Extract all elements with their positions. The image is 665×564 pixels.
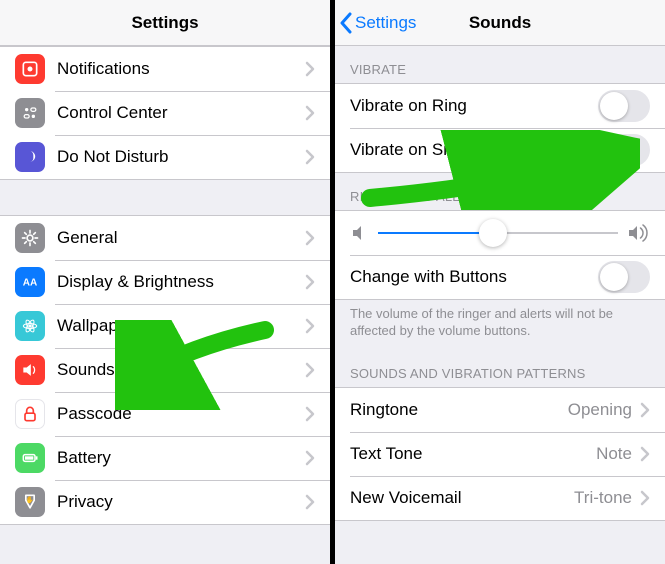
- chevron-right-icon: [305, 318, 315, 334]
- pattern-value: Tri-tone: [574, 488, 632, 508]
- settings-scroll[interactable]: Notifications Control Center Do Not Distur…: [0, 46, 330, 564]
- settings-row-notifications[interactable]: Notifications: [0, 47, 330, 91]
- row-label: Sounds: [57, 360, 305, 380]
- row-label: Do Not Disturb: [57, 147, 305, 167]
- pattern-row-ringtone[interactable]: RingtoneOpening: [335, 388, 665, 432]
- settings-title: Settings: [0, 13, 330, 33]
- row-label: Control Center: [57, 103, 305, 123]
- row-vibrate-on-silent[interactable]: Vibrate on Silent: [335, 128, 665, 172]
- chevron-right-icon: [305, 274, 315, 290]
- sounds-icon: [15, 355, 45, 385]
- vibrate-on-silent-toggle[interactable]: [598, 134, 650, 166]
- settings-row-general[interactable]: General: [0, 216, 330, 260]
- chevron-right-icon: [305, 61, 315, 77]
- general-icon: [15, 223, 45, 253]
- pattern-label: Text Tone: [350, 444, 596, 464]
- back-button[interactable]: Settings: [335, 12, 416, 34]
- pattern-label: Ringtone: [350, 400, 568, 420]
- settings-row-sounds[interactable]: Sounds: [0, 348, 330, 392]
- passcode-icon: [15, 399, 45, 429]
- ringer-section-header: RINGER AND ALERTS: [335, 173, 665, 210]
- settings-row-battery[interactable]: Battery: [0, 436, 330, 480]
- vibrate-on-ring-label: Vibrate on Ring: [350, 96, 598, 116]
- chevron-right-icon: [640, 446, 650, 462]
- chevron-right-icon: [305, 450, 315, 466]
- row-change-with-buttons[interactable]: Change with Buttons: [335, 255, 665, 299]
- pattern-value: Note: [596, 444, 632, 464]
- battery-icon: [15, 443, 45, 473]
- vibrate-on-silent-label: Vibrate on Silent: [350, 140, 598, 160]
- wallpaper-icon: [15, 311, 45, 341]
- chevron-right-icon: [640, 490, 650, 506]
- control-center-icon: [15, 98, 45, 128]
- chevron-right-icon: [305, 230, 315, 246]
- svg-text:AA: AA: [23, 277, 37, 288]
- sounds-pane: Settings Sounds VIBRATE Vibrate on Ring …: [335, 0, 665, 564]
- change-with-buttons-label: Change with Buttons: [350, 267, 598, 287]
- change-with-buttons-toggle[interactable]: [598, 261, 650, 293]
- settings-row-passcode[interactable]: Passcode: [0, 392, 330, 436]
- pattern-label: New Voicemail: [350, 488, 574, 508]
- settings-row-do-not-disturb[interactable]: Do Not Disturb: [0, 135, 330, 179]
- row-label: Display & Brightness: [57, 272, 305, 292]
- pattern-row-new-voicemail[interactable]: New VoicemailTri-tone: [335, 476, 665, 520]
- back-label: Settings: [355, 13, 416, 33]
- row-label: Passcode: [57, 404, 305, 424]
- sounds-header: Settings Sounds: [335, 0, 665, 46]
- row-label: Wallpaper: [57, 316, 305, 336]
- volume-slider[interactable]: [378, 219, 618, 247]
- volume-high-icon: [628, 224, 650, 242]
- chevron-right-icon: [305, 494, 315, 510]
- settings-row-wallpaper[interactable]: Wallpaper: [0, 304, 330, 348]
- pattern-row-text-tone[interactable]: Text ToneNote: [335, 432, 665, 476]
- chevron-right-icon: [305, 105, 315, 121]
- display-icon: AA: [15, 267, 45, 297]
- settings-pane: Settings Notifications Control Center Do N…: [0, 0, 330, 564]
- row-vibrate-on-ring[interactable]: Vibrate on Ring: [335, 84, 665, 128]
- do-not-disturb-icon: [15, 142, 45, 172]
- row-label: Battery: [57, 448, 305, 468]
- settings-header: Settings: [0, 0, 330, 46]
- row-volume-slider[interactable]: [335, 211, 665, 255]
- volume-low-icon: [350, 224, 368, 242]
- notifications-icon: [15, 54, 45, 84]
- row-label: General: [57, 228, 305, 248]
- vibrate-section-header: VIBRATE: [335, 46, 665, 83]
- settings-row-privacy[interactable]: ✋ Privacy: [0, 480, 330, 524]
- row-label: Notifications: [57, 59, 305, 79]
- chevron-right-icon: [640, 402, 650, 418]
- back-chevron-icon: [339, 12, 353, 34]
- ringer-section-footer: The volume of the ringer and alerts will…: [335, 300, 665, 350]
- sounds-scroll[interactable]: VIBRATE Vibrate on Ring Vibrate on Silen…: [335, 46, 665, 564]
- svg-text:✋: ✋: [26, 495, 34, 504]
- patterns-section-header: SOUNDS AND VIBRATION PATTERNS: [335, 350, 665, 387]
- chevron-right-icon: [305, 149, 315, 165]
- row-label: Privacy: [57, 492, 305, 512]
- chevron-right-icon: [305, 406, 315, 422]
- chevron-right-icon: [305, 362, 315, 378]
- pattern-value: Opening: [568, 400, 632, 420]
- settings-row-control-center[interactable]: Control Center: [0, 91, 330, 135]
- vibrate-on-ring-toggle[interactable]: [598, 90, 650, 122]
- settings-row-display-brightness[interactable]: AA Display & Brightness: [0, 260, 330, 304]
- privacy-icon: ✋: [15, 487, 45, 517]
